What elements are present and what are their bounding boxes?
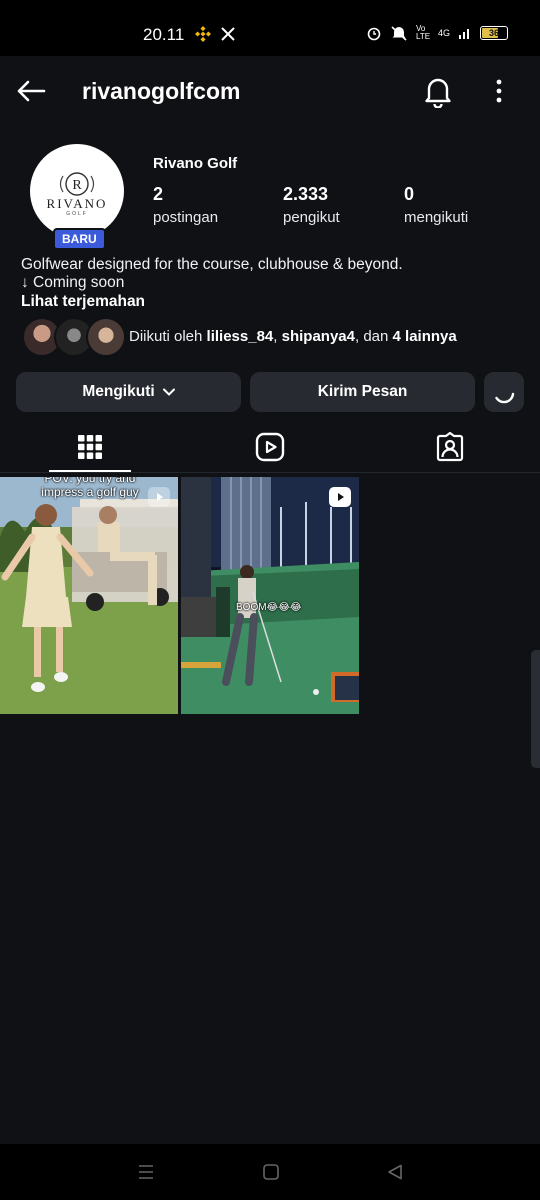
back-button[interactable] xyxy=(14,74,48,108)
following-count: 0 xyxy=(404,184,415,204)
avatar-logo-subtext: GOLF xyxy=(66,211,88,217)
following-stat[interactable]: 0 mengikuti xyxy=(404,184,468,226)
send-message-button[interactable]: Kirim Pesan xyxy=(250,372,475,412)
post-thumbnail[interactable]: BOOM😂😂😂 xyxy=(181,477,359,714)
binance-icon xyxy=(195,26,211,42)
display-name: Rivano Golf xyxy=(153,155,238,172)
profile-username: rivanogolfcom xyxy=(82,78,241,104)
mutual-followers-avatars[interactable] xyxy=(22,317,126,357)
mute-icon xyxy=(391,26,407,41)
svg-text:R: R xyxy=(72,178,82,193)
tab-tagged[interactable] xyxy=(360,424,540,470)
following-button[interactable]: Mengikuti xyxy=(16,372,241,412)
chevron-down-icon xyxy=(162,388,175,396)
suggestions-button[interactable] xyxy=(484,372,524,412)
see-translation-link[interactable]: Lihat terjemahan xyxy=(21,293,145,311)
alarm-icon xyxy=(367,27,381,41)
nav-back-button[interactable] xyxy=(386,1163,404,1186)
new-badge: BARU xyxy=(53,228,106,250)
followed-by-text[interactable]: Diikuti oleh liliess_84, shipanya4, dan … xyxy=(129,328,457,345)
post-image xyxy=(181,477,359,714)
bio-line-2: ↓ Coming soon xyxy=(21,274,125,291)
tagged-icon xyxy=(436,432,464,462)
square-icon xyxy=(263,1164,279,1180)
nav-menu-button[interactable] xyxy=(137,1163,155,1186)
profile-avatar[interactable]: R RIVANO GOLF xyxy=(30,144,124,238)
following-button-label: Mengikuti xyxy=(82,383,155,400)
followers-label: pengikut xyxy=(283,209,340,226)
tab-reels[interactable] xyxy=(180,424,360,470)
loading-spinner-icon xyxy=(495,392,515,404)
signal-icon xyxy=(459,29,469,39)
posts-stat[interactable]: 2 postingan xyxy=(153,184,218,226)
post-caption: BOOM😂😂😂 xyxy=(236,602,302,613)
tab-posts-grid[interactable] xyxy=(0,424,180,470)
post-thumbnail[interactable]: POV: you try and impress a golf guy xyxy=(0,477,178,714)
arrow-left-icon xyxy=(17,80,46,102)
send-message-label: Kirim Pesan xyxy=(317,383,408,400)
posts-label: postingan xyxy=(153,209,219,226)
following-label: mengikuti xyxy=(404,209,469,226)
battery-icon: 36 xyxy=(480,26,508,40)
status-time: 20.11 xyxy=(143,25,185,44)
x-logo-icon xyxy=(221,27,235,41)
bio-line-1: Golfwear designed for the course, clubho… xyxy=(21,256,403,273)
avatar xyxy=(86,317,126,357)
reel-badge-icon xyxy=(148,487,170,507)
more-options-button[interactable] xyxy=(488,76,510,106)
divider xyxy=(0,472,540,473)
post-caption: POV: you try and impress a golf guy xyxy=(41,477,139,499)
network-label: Vo LTE xyxy=(415,24,431,41)
reels-icon xyxy=(255,432,285,462)
avatar-logo-text: RIVANO xyxy=(46,196,108,211)
nav-home-button[interactable] xyxy=(262,1163,280,1186)
reel-badge-icon xyxy=(329,487,351,507)
posts-count: 2 xyxy=(153,184,164,204)
followers-count: 2.333 xyxy=(283,184,329,204)
triangle-back-icon xyxy=(388,1164,402,1180)
menu-icon xyxy=(139,1165,153,1179)
post-image xyxy=(0,477,178,714)
followers-stat[interactable]: 2.333 pengikut xyxy=(283,184,340,226)
grid-icon xyxy=(78,435,102,459)
notifications-button[interactable] xyxy=(422,74,454,109)
bell-icon xyxy=(425,78,451,109)
signal-label: 4G xyxy=(437,28,450,38)
scrollbar[interactable] xyxy=(531,650,540,768)
more-vertical-icon xyxy=(496,79,502,103)
